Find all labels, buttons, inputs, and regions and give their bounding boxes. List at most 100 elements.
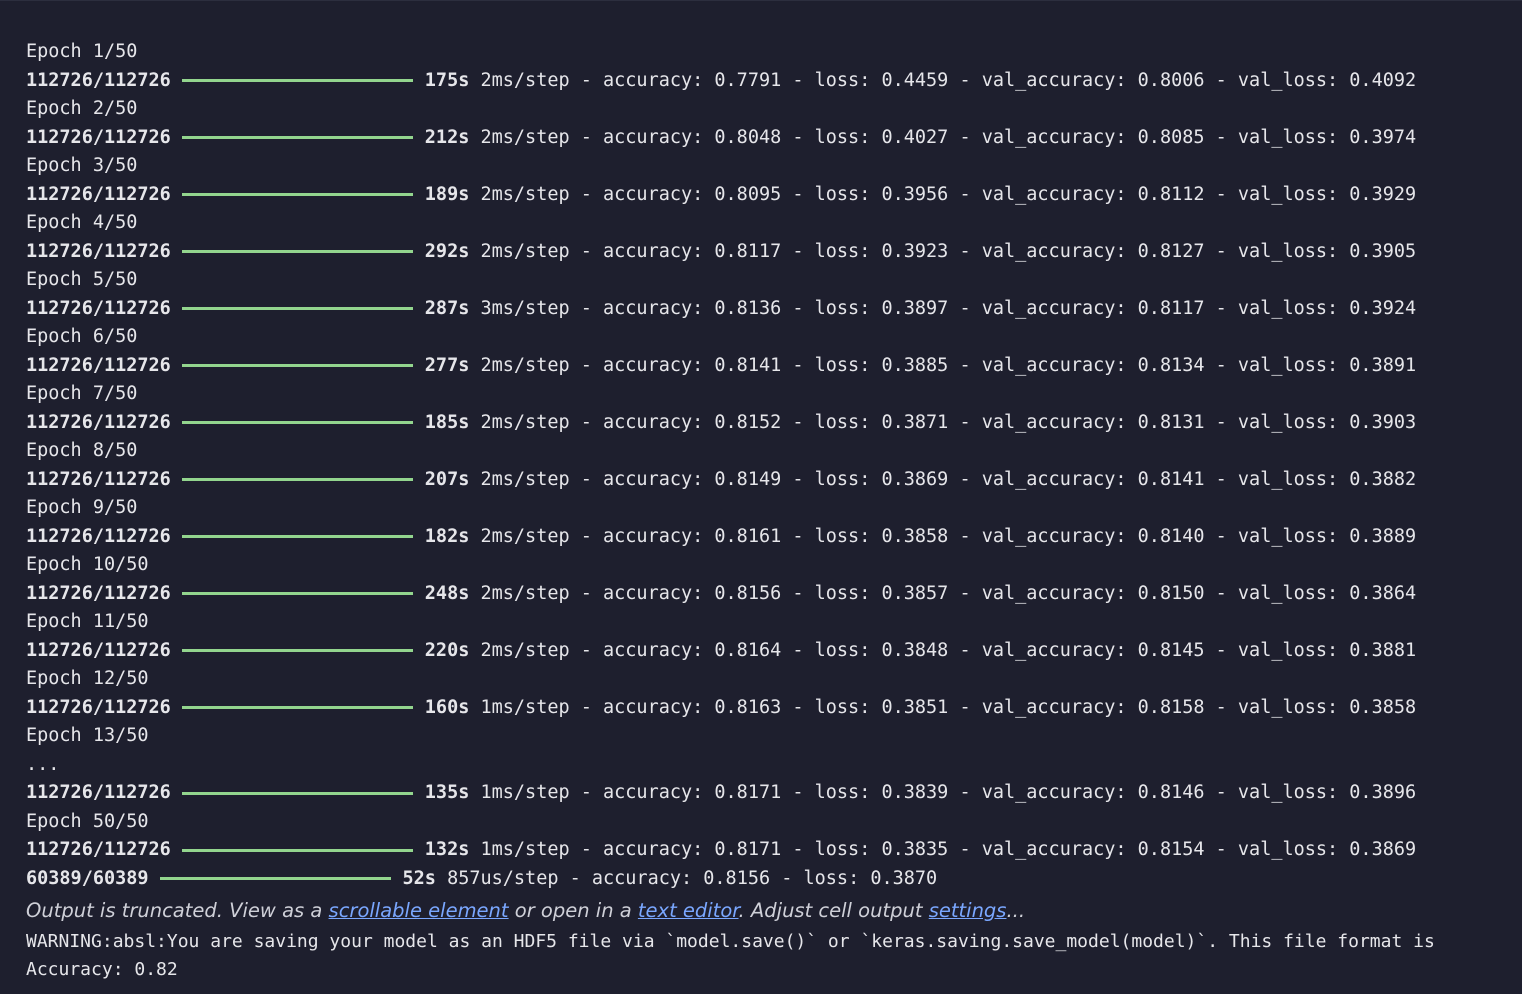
text-editor-link[interactable]: text editor (638, 899, 739, 922)
progress-bar (181, 478, 413, 482)
progress-bar (181, 136, 413, 140)
progress-bar (181, 79, 413, 83)
step-count: 112726/112726 (26, 639, 171, 661)
output-text: - val_accuracy: (948, 468, 1138, 490)
val-loss-value: 0.3891 (1349, 354, 1417, 376)
epoch-header-text: Epoch 9/50 (26, 497, 138, 518)
accuracy-value: 0.8095 (714, 183, 782, 205)
progress-line: 112726/112726 135s 1ms/step - accuracy: 0… (26, 779, 1522, 808)
epoch-header: Epoch 3/50 (26, 152, 1522, 181)
output-text: - loss: (781, 525, 882, 547)
scrollable-element-link[interactable]: scrollable element (329, 899, 509, 922)
output-text: - accuracy: (569, 240, 715, 262)
output-text: - val_loss: (1204, 69, 1350, 91)
loss-value: 0.3858 (881, 525, 949, 547)
epoch-header-text: Epoch 11/50 (26, 611, 149, 632)
val-loss-value: 0.3882 (1349, 468, 1417, 490)
epoch-header-text: Epoch 2/50 (26, 98, 138, 119)
settings-link[interactable]: settings (929, 899, 1007, 922)
progress-line: 112726/112726 277s 2ms/step - accuracy: 0… (26, 352, 1522, 381)
epoch-header-text: Epoch 50/50 (26, 810, 149, 832)
epoch-header: Epoch 8/50 (26, 437, 1522, 466)
output-text: - val_accuracy: (948, 525, 1138, 547)
val-accuracy-value: 0.8006 (1137, 69, 1205, 91)
epoch-duration: 277s (424, 354, 470, 376)
epoch-duration: 52s (402, 867, 436, 889)
output-text: - loss: (770, 867, 871, 889)
epoch-header-text: Epoch 1/50 (26, 41, 138, 62)
epoch-header-text: Epoch 12/50 (26, 668, 149, 689)
output-text: - loss: (781, 354, 882, 376)
progress-bar (181, 592, 413, 596)
loss-value: 0.3885 (881, 354, 949, 376)
epoch-header: Epoch 2/50 (26, 95, 1522, 124)
output-text: - val_accuracy: (948, 411, 1138, 433)
progress-bar (181, 193, 413, 197)
output-text: - accuracy: (569, 297, 715, 319)
val-accuracy-value: 0.8145 (1137, 639, 1205, 661)
truncation-notice: Output is truncated. View as a scrollabl… (26, 893, 1522, 928)
loss-value: 0.3923 (881, 240, 949, 262)
output-text: - accuracy: (569, 183, 715, 205)
accuracy-value: 0.8141 (714, 354, 782, 376)
output-text: - val_loss: (1204, 411, 1350, 433)
truncation-text: ... (1006, 899, 1026, 922)
output-text: - val_accuracy: (948, 839, 1138, 860)
output-text: - accuracy: (569, 525, 715, 547)
output-text: - val_loss: (1204, 354, 1350, 376)
val-accuracy-value: 0.8150 (1137, 582, 1205, 604)
epoch-duration: 287s (424, 297, 470, 319)
output-text: - loss: (781, 639, 882, 661)
epoch-header: Epoch 9/50 (26, 494, 1522, 523)
accuracy-value: 0.8164 (714, 639, 782, 661)
output-text: - loss: (781, 582, 882, 604)
accuracy-value: 0.8156 (714, 582, 782, 604)
val-loss-value: 0.3905 (1349, 240, 1417, 262)
step-time: 1ms/step (480, 782, 570, 803)
epoch-duration: 185s (424, 411, 470, 433)
accuracy-value: 0.8161 (714, 525, 782, 547)
step-time: 2ms/step (480, 240, 570, 262)
step-count: 112726/112726 (26, 525, 171, 547)
output-text: - val_accuracy: (948, 696, 1138, 718)
loss-value: 0.3897 (881, 297, 949, 319)
output-text: - val_accuracy: (948, 354, 1138, 376)
output-text: - accuracy: (569, 582, 715, 604)
epoch-duration: 248s (424, 582, 470, 604)
output-text: - accuracy: (569, 782, 715, 803)
epoch-duration: 135s (424, 782, 470, 803)
epoch-header: Epoch 4/50 (26, 209, 1522, 238)
progress-line: 112726/112726 185s 2ms/step - accuracy: 0… (26, 409, 1522, 438)
output-text: - loss: (781, 69, 882, 91)
truncation-text: Output is truncated. View as a (26, 899, 329, 922)
cell-output[interactable]: Epoch 1/50 112726/112726 175s 2ms/step - a… (0, 0, 1522, 994)
epoch-duration: 132s (424, 839, 470, 860)
epoch-header-text: Epoch 7/50 (26, 383, 138, 404)
epoch-duration: 160s (424, 696, 470, 718)
val-loss-value: 0.3858 (1349, 696, 1417, 718)
truncation-text: . Adjust cell output (738, 899, 929, 922)
step-count: 112726/112726 (26, 240, 171, 262)
accuracy-value: 0.8171 (714, 782, 782, 803)
accuracy-value: 0.8149 (714, 468, 782, 490)
val-loss-value: 0.4092 (1349, 69, 1417, 91)
progress-line: 112726/112726 189s 2ms/step - accuracy: 0… (26, 181, 1522, 210)
step-time: 1ms/step (480, 839, 570, 860)
epoch-duration: 212s (424, 126, 470, 148)
val-accuracy-value: 0.8134 (1137, 354, 1205, 376)
loss-value: 0.3956 (881, 183, 949, 205)
output-text: - accuracy: (569, 468, 715, 490)
step-time: 3ms/step (480, 297, 570, 319)
output-text: - val_loss: (1204, 525, 1350, 547)
epoch-header-text: Epoch 5/50 (26, 269, 138, 290)
val-loss-value: 0.3896 (1349, 782, 1417, 803)
val-accuracy-value: 0.8140 (1137, 525, 1205, 547)
progress-bar (181, 706, 413, 710)
